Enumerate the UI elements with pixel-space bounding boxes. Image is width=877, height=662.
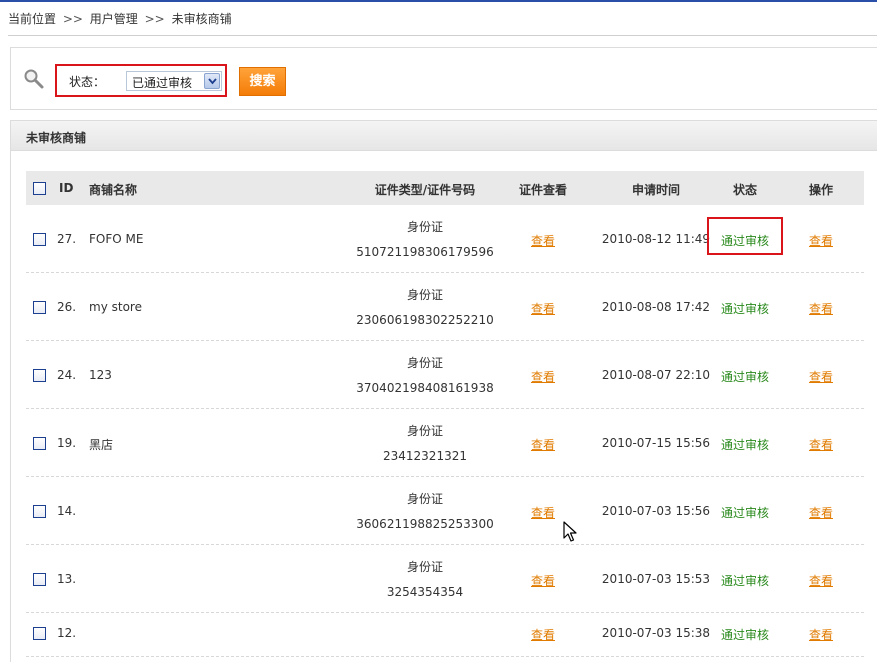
shop-list-panel: 未审核商铺 ID 商铺名称 证件类型/证件号码 证件查看 申请时间 状态 操作 … (10, 120, 877, 662)
row-cert-number: 360621198825253300 (356, 517, 494, 531)
row-apply-time: 2010-08-08 17:42 (601, 300, 711, 314)
row-cert-type: 身份证 (406, 560, 443, 574)
select-all-checkbox[interactable] (33, 182, 46, 195)
column-header-name: 商铺名称 (89, 183, 138, 197)
row-checkbox[interactable] (33, 627, 46, 640)
row-cert-number: 3254354354 (386, 585, 464, 599)
row-checkbox[interactable] (33, 301, 46, 314)
row-action-view-link[interactable]: 查看 (791, 436, 851, 453)
status-filter-group: 状态： 已通过审核 (55, 64, 227, 97)
row-cert-type: 身份证 (406, 288, 443, 302)
breadcrumb-separator: >> (144, 12, 165, 26)
column-header-time: 申请时间 (631, 183, 680, 197)
row-shop-name: FOFO ME (89, 232, 144, 246)
mouse-pointer-icon (563, 521, 577, 546)
panel-title: 未审核商铺 (26, 131, 87, 145)
row-checkbox[interactable] (33, 369, 46, 382)
row-status: 通过审核 (720, 574, 769, 588)
table-row: 14. 身份证 360621198825253300 查看 2010-07-03… (26, 477, 864, 545)
column-header-action: 操作 (808, 183, 833, 197)
table-row: 27. FOFO ME 身份证 510721198306179596 查看 20… (26, 205, 864, 273)
table-header: ID 商铺名称 证件类型/证件号码 证件查看 申请时间 状态 操作 (26, 171, 864, 205)
breadcrumb-item-user-management[interactable]: 用户管理 (90, 12, 138, 26)
panel-header: 未审核商铺 (11, 121, 877, 151)
row-id: 12. (57, 626, 77, 640)
row-cert-view-link[interactable]: 查看 (513, 504, 573, 521)
row-cert-view-link[interactable]: 查看 (513, 436, 573, 453)
row-action-view-link[interactable]: 查看 (791, 626, 851, 643)
row-action-view-link[interactable]: 查看 (791, 368, 851, 385)
row-action-view-link[interactable]: 查看 (791, 300, 851, 317)
breadcrumb-item-unreviewed-shops: 未审核商铺 (171, 12, 232, 26)
row-status: 通过审核 (720, 628, 769, 642)
breadcrumb-label: 当前位置 (8, 12, 57, 26)
search-button[interactable]: 搜索 (239, 67, 286, 96)
row-checkbox[interactable] (33, 233, 46, 246)
row-shop-name: 黑店 (89, 438, 114, 452)
table-row: 26. my store 身份证 230606198302252210 查看 2… (26, 273, 864, 341)
table-row: 13. 身份证 3254354354 查看 2010-07-03 15:53 通… (26, 545, 864, 613)
row-id: 24. (57, 368, 77, 382)
row-status: 通过审核 (720, 234, 769, 248)
row-cert-type: 身份证 (406, 492, 443, 506)
column-header-cert-view: 证件查看 (518, 183, 567, 197)
row-checkbox[interactable] (33, 505, 46, 518)
chevron-down-icon[interactable] (204, 73, 220, 89)
top-accent-line (0, 0, 877, 2)
row-shop-name: 123 (89, 368, 112, 382)
row-cert-number: 23412321321 (383, 449, 467, 463)
column-header-status: 状态 (732, 183, 757, 197)
row-id: 13. (57, 572, 77, 586)
magnifier-icon (23, 68, 45, 90)
row-cert-view-link[interactable]: 查看 (513, 232, 573, 249)
breadcrumb: 当前位置 >> 用户管理 >> 未审核商铺 (8, 10, 232, 28)
row-checkbox[interactable] (33, 573, 46, 586)
row-apply-time: 2010-07-03 15:53 (601, 572, 711, 586)
row-id: 14. (57, 504, 77, 518)
row-apply-time: 2010-07-03 15:56 (601, 504, 711, 518)
row-cert-number: 510721198306179596 (356, 245, 494, 259)
row-cert-view-link[interactable]: 查看 (513, 572, 573, 589)
status-filter-label: 状态： (69, 75, 106, 89)
row-cert-view-link[interactable]: 查看 (513, 368, 573, 385)
row-status: 通过审核 (720, 370, 769, 384)
row-apply-time: 2010-07-03 15:38 (601, 626, 711, 640)
breadcrumb-separator: >> (62, 12, 83, 26)
row-apply-time: 2010-08-07 22:10 (601, 368, 711, 382)
row-apply-time: 2010-07-15 15:56 (601, 436, 711, 450)
row-shop-name: my store (89, 300, 142, 314)
row-cert-type: 身份证 (406, 220, 443, 234)
column-header-cert: 证件类型/证件号码 (374, 183, 476, 197)
row-cert-type: 身份证 (406, 424, 443, 438)
status-select-value: 已通过审核 (132, 76, 193, 90)
row-action-view-link[interactable]: 查看 (791, 572, 851, 589)
row-status: 通过审核 (720, 438, 769, 452)
table-row: 24. 123 身份证 370402198408161938 查看 2010-0… (26, 341, 864, 409)
row-cert-type: 身份证 (406, 356, 443, 370)
row-id: 27. (57, 232, 77, 246)
row-cert-number: 230606198302252210 (356, 313, 494, 327)
row-cert-view-link[interactable]: 查看 (513, 300, 573, 317)
table-row: 12. 查看 2010-07-03 15:38 通过审核 查看 (26, 613, 864, 657)
row-cert-view-link[interactable]: 查看 (513, 626, 573, 643)
row-checkbox[interactable] (33, 437, 46, 450)
status-select[interactable]: 已通过审核 (126, 71, 222, 91)
search-panel: 状态： 已通过审核 搜索 (10, 47, 877, 110)
table-row: 19. 黑店 身份证 23412321321 查看 2010-07-15 15:… (26, 409, 864, 477)
breadcrumb-divider (8, 35, 877, 36)
column-header-id: ID (59, 181, 74, 195)
row-id: 19. (57, 436, 77, 450)
row-action-view-link[interactable]: 查看 (791, 504, 851, 521)
row-cert-number: 370402198408161938 (356, 381, 494, 395)
row-status: 通过审核 (720, 302, 769, 316)
row-status: 通过审核 (720, 506, 769, 520)
row-action-view-link[interactable]: 查看 (791, 232, 851, 249)
row-id: 26. (57, 300, 77, 314)
